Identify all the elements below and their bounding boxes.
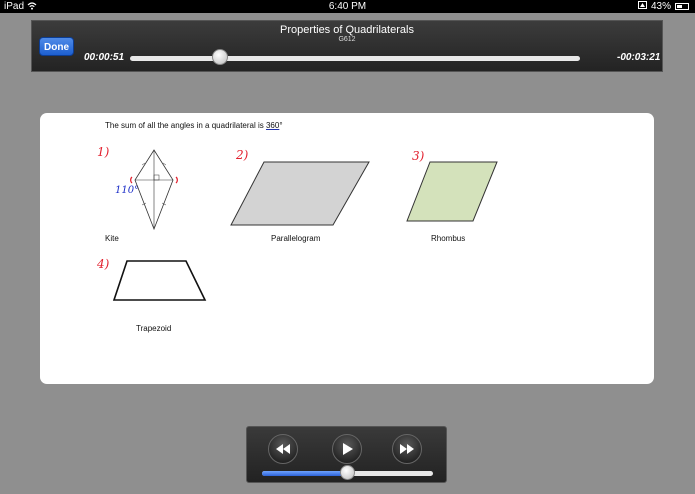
trapezoid-label: Trapezoid xyxy=(136,324,172,333)
volume-fill xyxy=(262,471,348,476)
scrubber-thumb[interactable] xyxy=(212,49,228,65)
player-top-bar: Done Properties of Quadrilaterals G612 0… xyxy=(31,20,663,72)
scrubber-track[interactable] xyxy=(130,56,580,61)
elapsed-time: 00:00:51 xyxy=(84,52,125,63)
video-subtitle: G612 xyxy=(338,36,356,43)
kite-shape xyxy=(130,149,178,231)
play-icon xyxy=(343,443,353,455)
playback-controls xyxy=(246,426,447,483)
rhombus-shape xyxy=(406,161,498,222)
orientation-lock-icon xyxy=(637,0,647,13)
parallelogram-shape xyxy=(230,161,370,226)
rewind-icon xyxy=(276,444,290,454)
remaining-time: -00:03:21 xyxy=(617,52,661,63)
volume-thumb[interactable] xyxy=(340,465,355,480)
rewind-button[interactable] xyxy=(268,434,298,464)
status-right: 43% xyxy=(637,0,689,13)
play-button[interactable] xyxy=(332,434,362,464)
parallelogram-label: Parallelogram xyxy=(271,234,321,243)
fast-forward-icon xyxy=(400,444,414,454)
rhombus-label: Rhombus xyxy=(431,234,466,243)
slide-canvas: The sum of all the angles in a quadrilat… xyxy=(40,113,654,384)
fast-forward-button[interactable] xyxy=(392,434,422,464)
status-time: 6:40 PM xyxy=(328,1,367,12)
video-title: Properties of Quadrilaterals xyxy=(280,24,414,36)
kite-label: Kite xyxy=(105,234,119,243)
status-bar: iPad 6:40 PM 43% xyxy=(0,0,695,13)
trapezoid-number: 4) xyxy=(97,257,110,271)
heading-text: The sum of all the angles in a quadrilat… xyxy=(105,121,266,130)
battery-percent: 43% xyxy=(650,1,671,12)
heading-value: 360 xyxy=(265,121,280,130)
battery-icon xyxy=(675,3,689,10)
heading-degree: ° xyxy=(279,121,283,130)
trapezoid-shape xyxy=(112,260,207,301)
kite-number: 1) xyxy=(97,145,110,159)
slide-heading: The sum of all the angles in a quadrilat… xyxy=(105,121,283,130)
